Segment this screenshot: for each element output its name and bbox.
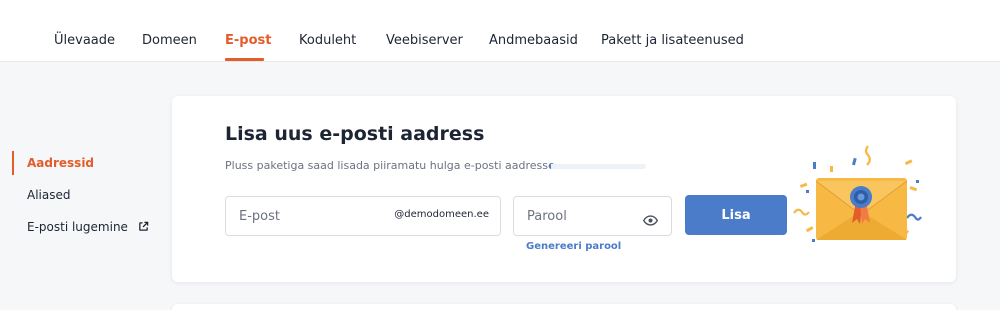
sidebar-item-label: E-posti lugemine bbox=[27, 220, 128, 234]
add-button[interactable]: Lisa bbox=[685, 195, 787, 235]
tab-veebiserver[interactable]: Veebiserver bbox=[386, 33, 463, 48]
envelope-illustration bbox=[789, 141, 929, 256]
tab-pakett-ja-lisateenused[interactable]: Pakett ja lisateenused bbox=[601, 33, 744, 48]
email-input[interactable] bbox=[226, 197, 500, 235]
external-link-icon bbox=[138, 216, 149, 240]
next-card bbox=[172, 304, 956, 310]
generate-password-link[interactable]: Genereeri parool bbox=[526, 241, 621, 252]
tab-e-post[interactable]: E-post bbox=[225, 33, 271, 48]
sidebar-item-label: Aliased bbox=[27, 188, 71, 202]
password-field bbox=[513, 196, 672, 236]
tab-koduleht[interactable]: Koduleht bbox=[299, 33, 356, 48]
top-navigation: Ülevaade Domeen E-post Koduleht Veebiser… bbox=[0, 0, 1000, 62]
page-title: Lisa uus e-posti aadress bbox=[225, 123, 485, 145]
email-usage-progress-fill bbox=[549, 164, 551, 169]
plan-info-text: Pluss paketiga saad lisada piiramatu hul… bbox=[225, 159, 555, 172]
email-field: @demodomeen.ee bbox=[225, 196, 501, 236]
tab-ulevaade[interactable]: Ülevaade bbox=[54, 33, 115, 48]
active-tab-indicator bbox=[225, 58, 264, 61]
sidebar-item-aliased[interactable]: Aliased bbox=[12, 183, 162, 207]
eye-icon[interactable] bbox=[642, 211, 659, 230]
tab-domeen[interactable]: Domeen bbox=[142, 33, 197, 48]
sidebar-item-e-posti-lugemine[interactable]: E-posti lugemine bbox=[12, 215, 162, 239]
add-email-card: Lisa uus e-posti aadress Pluss paketiga … bbox=[172, 96, 956, 282]
tab-andmebaasid[interactable]: Andmebaasid bbox=[489, 33, 578, 48]
sidebar-item-label: Aadressid bbox=[27, 156, 95, 170]
sidebar-item-aadressid[interactable]: Aadressid bbox=[12, 151, 162, 175]
email-usage-progress bbox=[549, 164, 646, 169]
